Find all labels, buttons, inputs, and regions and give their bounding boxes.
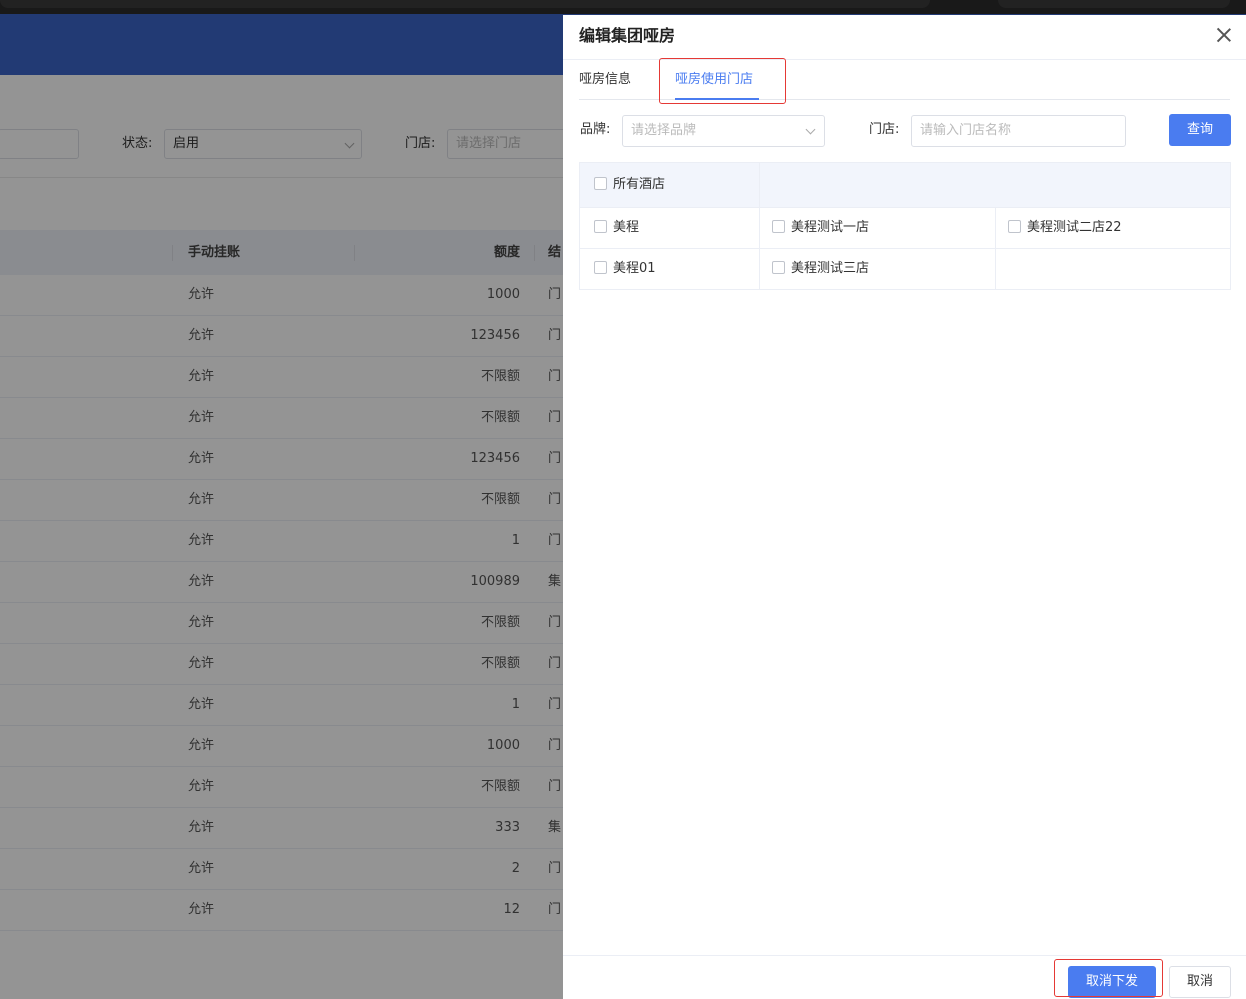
store-label-text: 美程测试一店 bbox=[791, 220, 870, 235]
store-name-input[interactable]: 请输入门店名称 bbox=[911, 115, 1126, 147]
close-icon[interactable] bbox=[1216, 27, 1232, 43]
brand-label: 品牌: bbox=[580, 122, 611, 137]
store-checkbox[interactable] bbox=[772, 220, 785, 233]
store-label-text: 美程测试三店 bbox=[791, 261, 870, 276]
brand-checkbox[interactable] bbox=[594, 261, 607, 274]
store-label: 门店: bbox=[869, 122, 900, 137]
query-button[interactable]: 查询 bbox=[1169, 114, 1231, 146]
store-label-text: 美程测试二店22 bbox=[1027, 220, 1122, 235]
brand-label-text: 美程01 bbox=[613, 261, 656, 276]
chevron-down-icon bbox=[805, 124, 816, 135]
drawer-title: 编辑集团哑房 bbox=[579, 26, 676, 45]
brand-select-placeholder: 请选择品牌 bbox=[631, 123, 697, 138]
tab-dummy-room-stores[interactable]: 哑房使用门店 bbox=[675, 60, 753, 100]
footer-divider bbox=[563, 955, 1246, 956]
drawer-tabs: 哑房信息 哑房使用门店 bbox=[579, 60, 1230, 100]
revoke-distribution-button[interactable]: 取消下发 bbox=[1068, 966, 1156, 998]
brand-option[interactable]: 美程 bbox=[594, 208, 639, 248]
store-name-placeholder: 请输入门店名称 bbox=[920, 123, 1012, 138]
all-hotels-checkbox[interactable] bbox=[594, 177, 607, 190]
store-option[interactable]: 美程测试一店 bbox=[772, 208, 869, 248]
grid-divider bbox=[580, 248, 1230, 249]
all-hotels-option[interactable]: 所有酒店 bbox=[594, 165, 665, 205]
all-hotels-label: 所有酒店 bbox=[613, 177, 666, 192]
brand-select[interactable]: 请选择品牌 bbox=[622, 115, 825, 147]
store-option[interactable]: 美程测试二店22 bbox=[1008, 208, 1122, 248]
edit-drawer: 编辑集团哑房 哑房信息 哑房使用门店 品牌: 请选择品牌 门店: 请输入门店名称… bbox=[563, 15, 1246, 999]
store-grid: 所有酒店 美程 美程测试一店 美程测试二店22 美程01 美程测试三店 bbox=[579, 162, 1231, 290]
store-checkbox[interactable] bbox=[772, 261, 785, 274]
tab-dummy-room-info[interactable]: 哑房信息 bbox=[579, 60, 631, 100]
grid-divider bbox=[759, 163, 760, 289]
store-checkbox[interactable] bbox=[1008, 220, 1021, 233]
store-option[interactable]: 美程测试三店 bbox=[772, 249, 869, 289]
brand-option[interactable]: 美程01 bbox=[594, 249, 656, 289]
active-tab-indicator bbox=[675, 98, 759, 100]
brand-checkbox[interactable] bbox=[594, 220, 607, 233]
grid-header bbox=[580, 163, 1230, 208]
cancel-button[interactable]: 取消 bbox=[1169, 966, 1231, 998]
brand-label-text: 美程 bbox=[613, 220, 640, 235]
